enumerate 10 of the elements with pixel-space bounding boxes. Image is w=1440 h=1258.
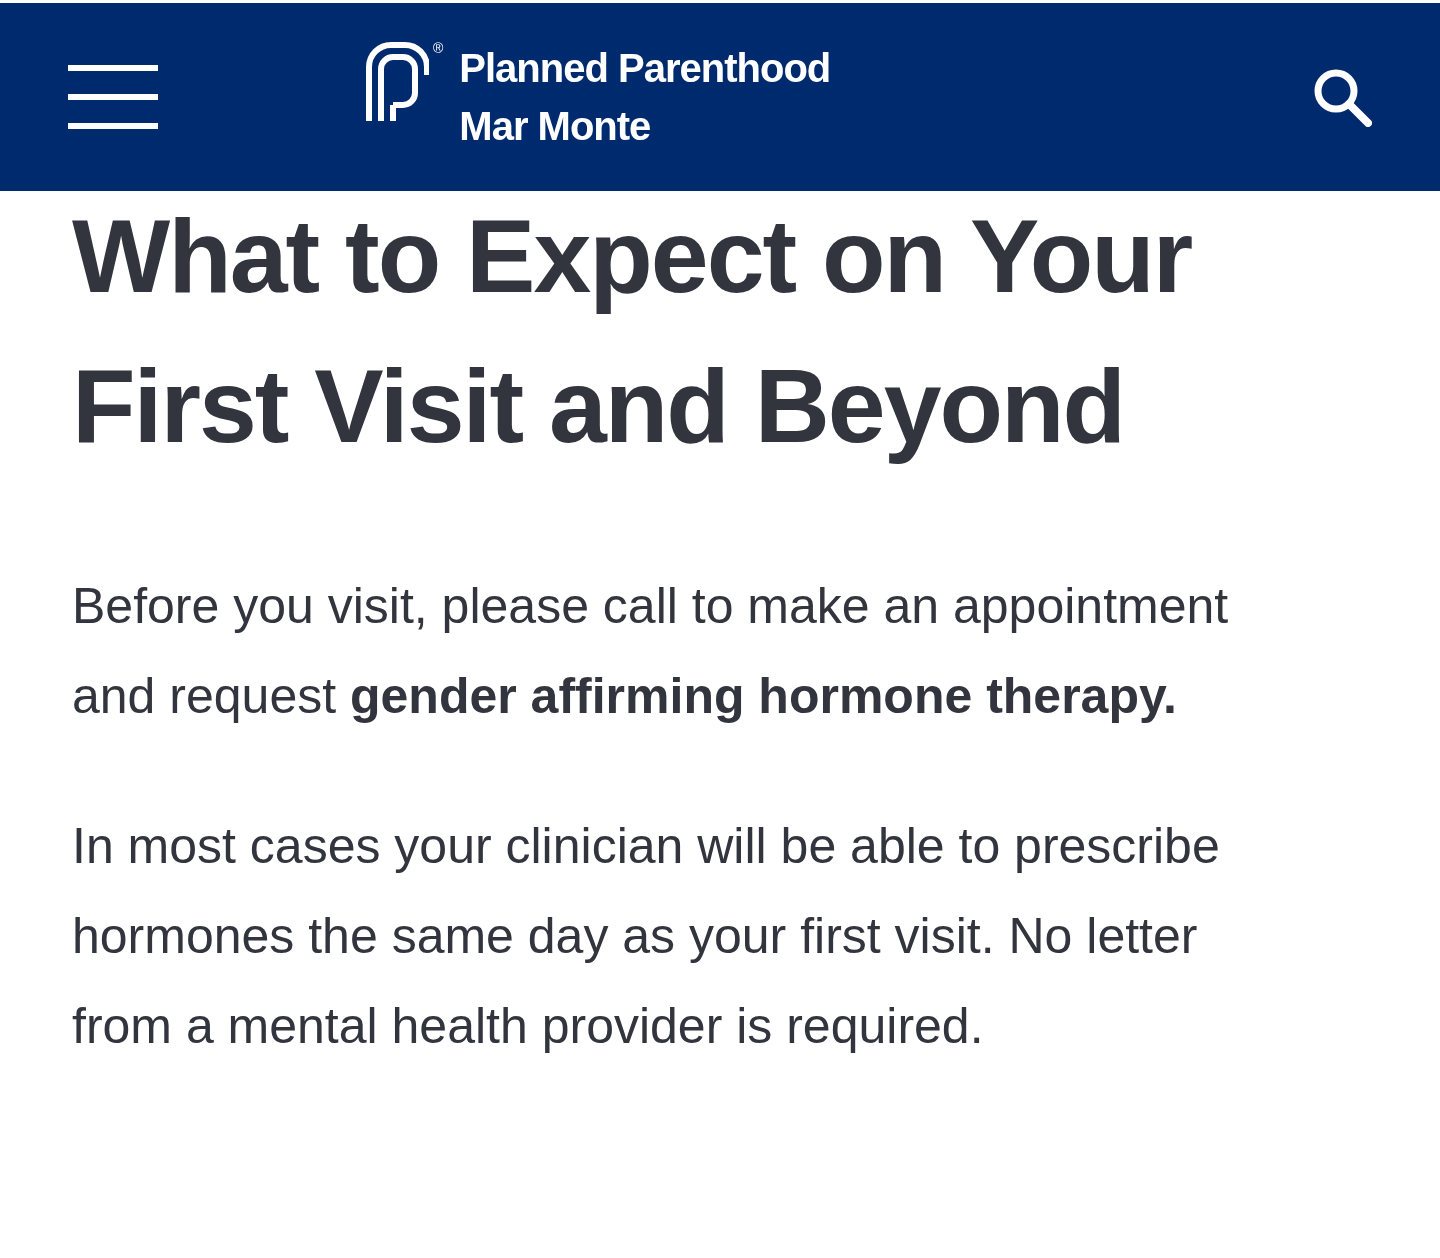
brand-name: Planned Parenthood bbox=[459, 45, 831, 92]
body-paragraph: Before you visit, please call to make an appointment and request gender affirming hormone therapy. bbox=[72, 577, 1230, 726]
brand-logo-link[interactable]: ® Planned Parenthood Mar Monte bbox=[365, 39, 831, 155]
registered-mark: ® bbox=[433, 41, 444, 55]
search-icon bbox=[1312, 67, 1372, 127]
search-button[interactable] bbox=[1312, 67, 1372, 127]
page-title: What to Expect on Your First Visit and Beyond bbox=[72, 197, 1193, 466]
body-paragraph: In most cases your clinician will be able to prescribe hormones the same day as your first visit. No letter from a mental health provider is required. bbox=[72, 817, 1221, 1056]
brand-name: Mar Monte bbox=[459, 103, 652, 150]
menu-button[interactable] bbox=[68, 65, 158, 129]
